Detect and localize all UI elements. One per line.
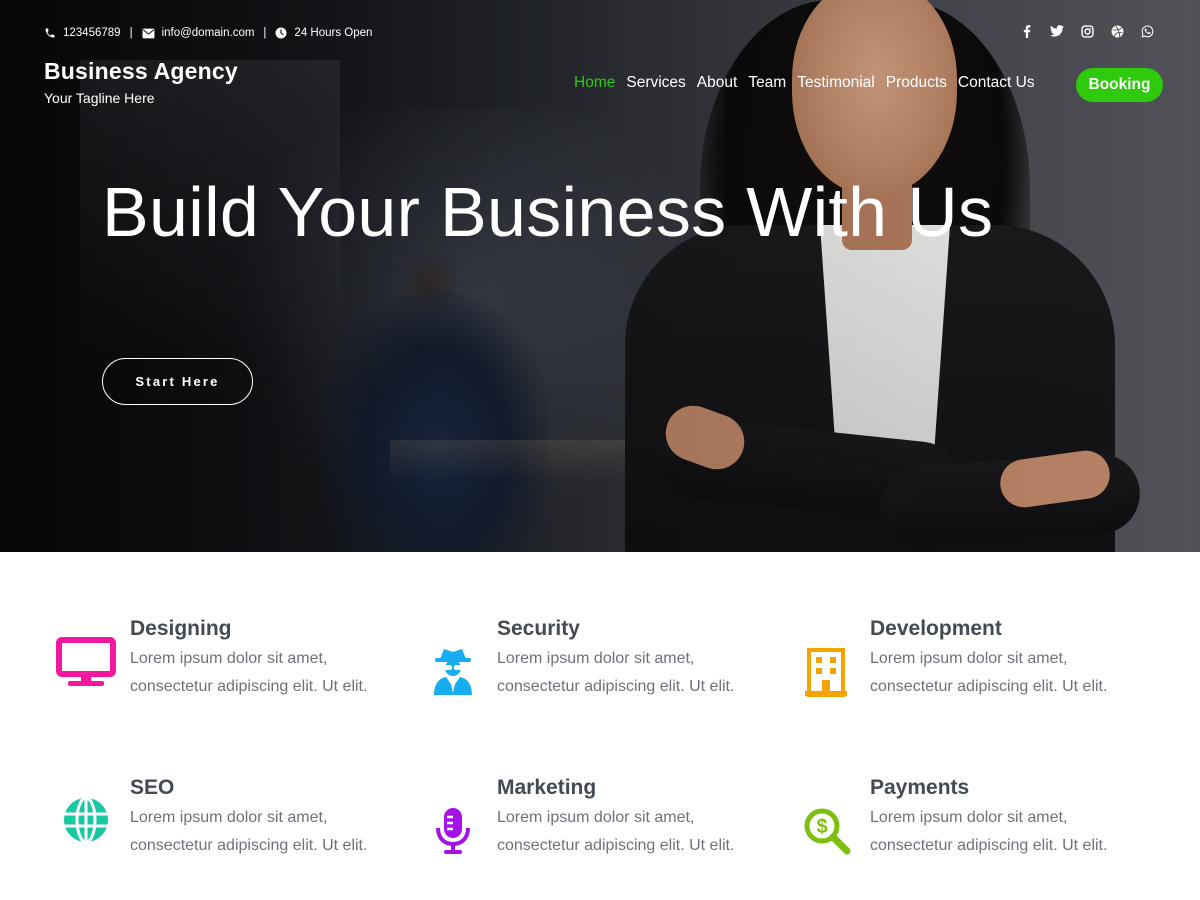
nav-contact-us[interactable]: Contact Us	[958, 74, 1035, 92]
feature-description-line: consectetur adipiscing elit. Ut elit.	[130, 678, 368, 695]
feature-security: Security Lorem ipsum dolor sit amet, con…	[432, 617, 752, 717]
email-address[interactable]: info@domain.com	[162, 27, 255, 39]
site-title[interactable]: Business Agency	[44, 58, 238, 85]
globe-icon	[62, 796, 110, 849]
search-dollar-icon: $	[803, 807, 851, 860]
whatsapp-icon[interactable]	[1140, 23, 1154, 39]
opening-hours: 24 Hours Open	[294, 27, 373, 39]
start-here-button[interactable]: Start Here	[102, 358, 253, 405]
nav-team[interactable]: Team	[748, 74, 786, 92]
clock-icon	[275, 27, 287, 39]
feature-description-line: Lorem ipsum dolor sit amet,	[870, 809, 1068, 826]
site-tagline: Your Tagline Here	[44, 90, 155, 106]
feature-description-line: Lorem ipsum dolor sit amet,	[497, 650, 695, 667]
hero-title: Build Your Business With Us	[102, 173, 994, 251]
main-nav: Home Services About Team Testimonial Pro…	[574, 74, 1035, 92]
feature-description: Lorem ipsum dolor sit amet, consectetur …	[130, 804, 390, 860]
feature-seo: SEO Lorem ipsum dolor sit amet, consecte…	[56, 776, 376, 876]
booking-button[interactable]: Booking	[1076, 68, 1163, 102]
feature-description: Lorem ipsum dolor sit amet, consectetur …	[870, 804, 1130, 860]
feature-marketing: Marketing Lorem ipsum dolor sit amet, co…	[432, 776, 752, 876]
contact-bar: 123456789 | info@domain.com | 24 Hours O…	[44, 24, 372, 42]
feature-title: Designing	[130, 617, 232, 640]
feature-description: Lorem ipsum dolor sit amet, consectetur …	[130, 645, 390, 701]
user-secret-icon	[432, 647, 474, 702]
feature-title: Marketing	[497, 776, 597, 799]
twitter-icon[interactable]	[1050, 23, 1064, 39]
nav-products[interactable]: Products	[886, 74, 947, 92]
feature-description-line: consectetur adipiscing elit. Ut elit.	[870, 837, 1108, 854]
feature-description-line: consectetur adipiscing elit. Ut elit.	[130, 837, 368, 854]
phone-number[interactable]: 123456789	[63, 27, 121, 39]
nav-home[interactable]: Home	[574, 74, 615, 92]
feature-description-line: Lorem ipsum dolor sit amet,	[130, 650, 328, 667]
feature-description: Lorem ipsum dolor sit amet, consectetur …	[497, 804, 757, 860]
nav-services[interactable]: Services	[626, 74, 685, 92]
nav-about[interactable]: About	[697, 74, 738, 92]
feature-title: Payments	[870, 776, 970, 799]
feature-description-line: Lorem ipsum dolor sit amet,	[870, 650, 1068, 667]
feature-description: Lorem ipsum dolor sit amet, consectetur …	[497, 645, 757, 701]
nav-testimonial[interactable]: Testimonial	[797, 74, 875, 92]
separator: |	[129, 27, 133, 39]
feature-description-line: consectetur adipiscing elit. Ut elit.	[497, 678, 735, 695]
monitor-icon	[56, 637, 116, 692]
feature-description-line: consectetur adipiscing elit. Ut elit.	[497, 837, 735, 854]
facebook-icon[interactable]	[1020, 23, 1034, 39]
feature-description-line: Lorem ipsum dolor sit amet,	[497, 809, 695, 826]
social-links	[1020, 23, 1154, 39]
svg-text:$: $	[816, 816, 827, 838]
feature-description: Lorem ipsum dolor sit amet, consectetur …	[870, 645, 1130, 701]
phone-icon	[44, 27, 56, 39]
dribbble-icon[interactable]	[1110, 23, 1124, 39]
feature-designing: Designing Lorem ipsum dolor sit amet, co…	[56, 617, 376, 717]
feature-development: Development Lorem ipsum dolor sit amet, …	[805, 617, 1125, 717]
separator: |	[263, 27, 267, 39]
feature-title: Security	[497, 617, 580, 640]
feature-payments: $ Payments Lorem ipsum dolor sit amet, c…	[803, 776, 1125, 876]
feature-title: SEO	[130, 776, 175, 799]
hero-banner: 123456789 | info@domain.com | 24 Hours O…	[0, 0, 1200, 552]
feature-title: Development	[870, 617, 1002, 640]
building-icon	[805, 647, 847, 702]
envelope-icon	[142, 28, 155, 39]
feature-description-line: Lorem ipsum dolor sit amet,	[130, 809, 328, 826]
feature-description-line: consectetur adipiscing elit. Ut elit.	[870, 678, 1108, 695]
instagram-icon[interactable]	[1080, 23, 1094, 39]
microphone-icon	[436, 807, 470, 860]
